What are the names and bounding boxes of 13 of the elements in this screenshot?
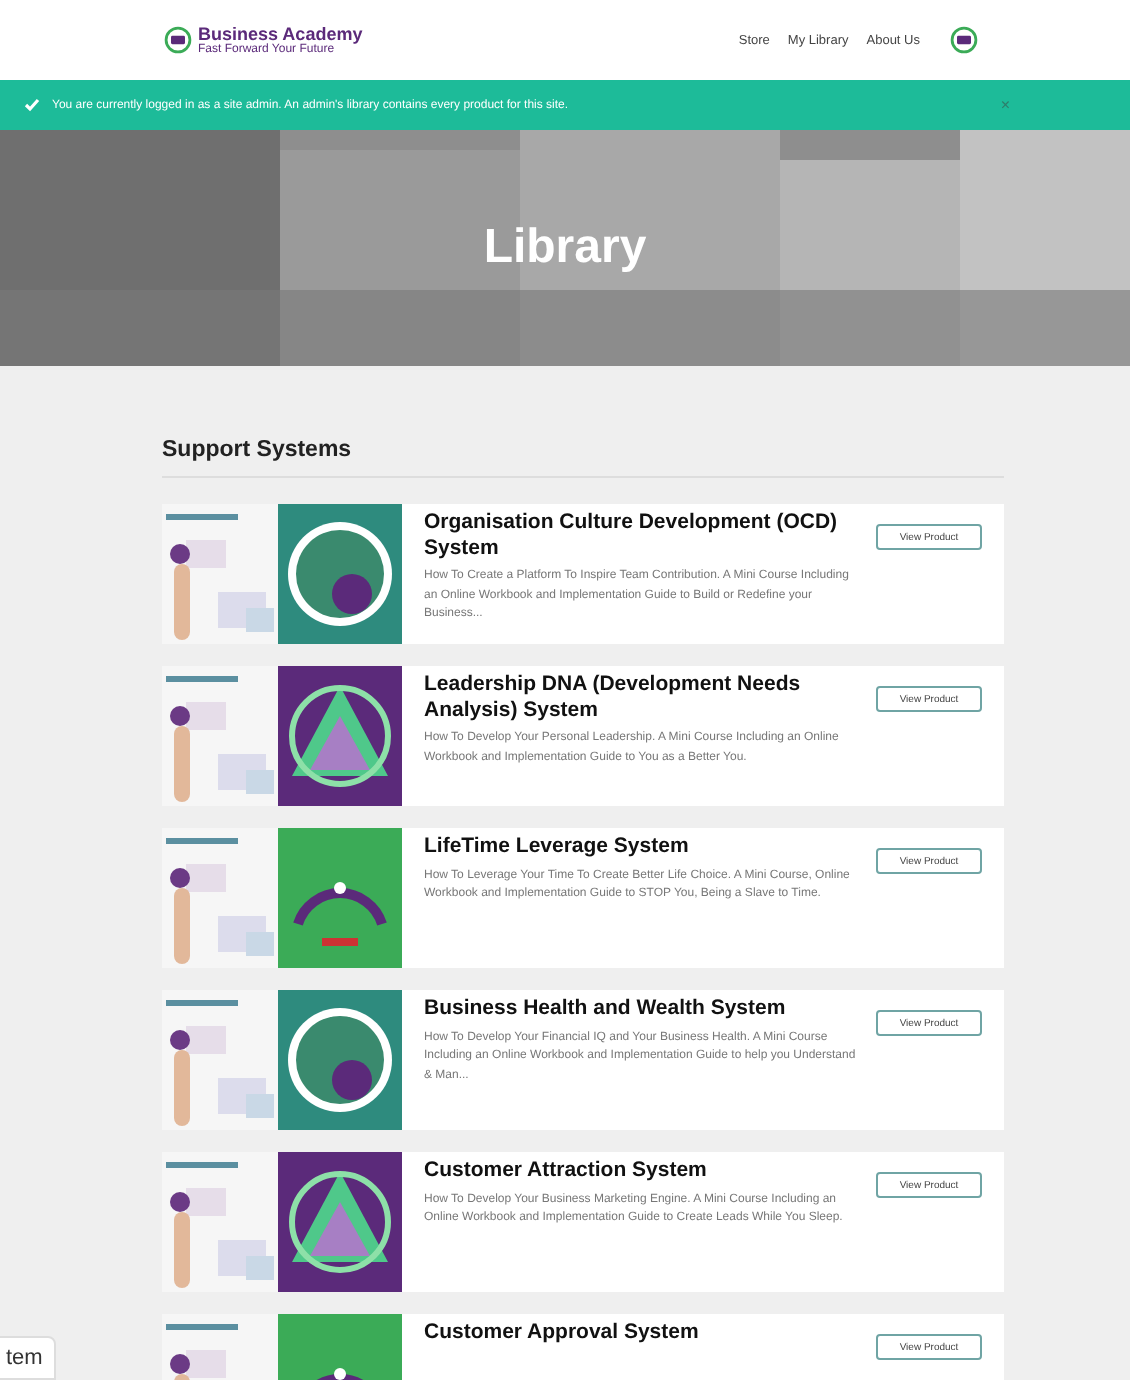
product-title: Customer Approval System [424,1320,701,1346]
logo-icon [950,26,978,54]
product-title: Business Health and Wealth System [424,996,788,1022]
check-icon [24,98,40,112]
logo-icon [164,26,192,54]
page-title: Library [483,220,647,276]
product-title: LifeTime Leverage System [424,834,691,860]
product-title: Organisation Culture Development (OCD) System [424,510,840,561]
section-title: Support Systems [162,438,1004,478]
product-title: Leadership DNA (Development Needs Analysis) System [424,672,803,723]
side-tab[interactable]: tem [0,1336,57,1380]
logo-title: Business Academy [198,25,363,43]
product-title: Customer Attraction System [424,1158,709,1184]
